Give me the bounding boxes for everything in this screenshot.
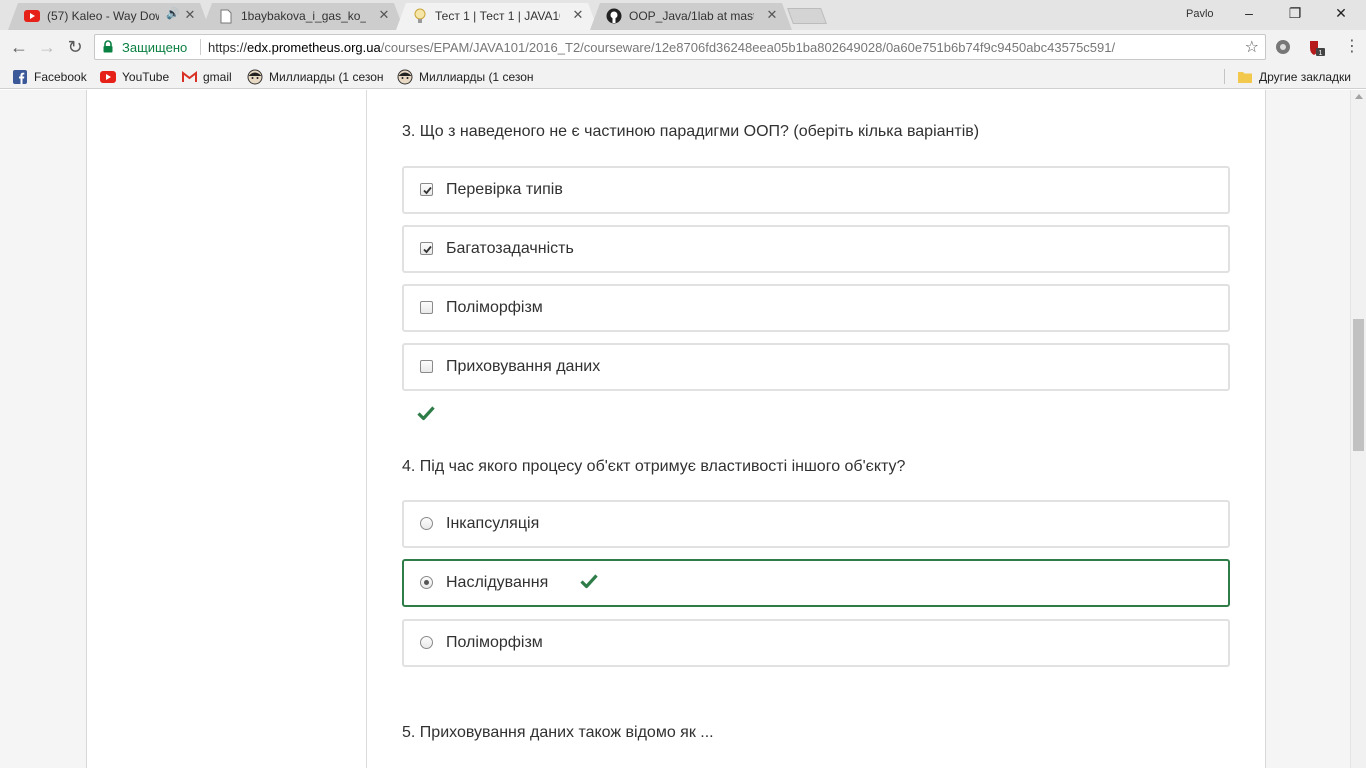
tab-title: (57) Kaleo - Way Dow [47, 9, 159, 23]
gmail-icon [181, 69, 197, 85]
new-tab-button[interactable] [787, 8, 827, 24]
scroll-up-arrow-icon[interactable] [1355, 94, 1363, 99]
option-label: Поліморфізм [446, 634, 543, 651]
close-tab-icon[interactable]: ✕ [182, 7, 198, 23]
url-path: /courses/EPAM/JAVA101/2016_T2/courseware… [380, 40, 1116, 55]
checkbox-checked[interactable] [420, 183, 433, 196]
extension-shield-icon[interactable]: 1 [1308, 39, 1325, 57]
bookmark-youtube[interactable]: YouTube [100, 68, 169, 85]
radio-unselected[interactable] [420, 517, 433, 530]
q3-option-multitasking[interactable]: Багатозадачність [402, 225, 1230, 273]
bookmark-gmail[interactable]: gmail [181, 68, 232, 85]
bookmark-label: Миллиарды (1 сезон [419, 69, 533, 84]
tab-github[interactable]: OOP_Java/1lab at maste ✕ [590, 3, 792, 30]
bookmark-label: Другие закладки [1259, 69, 1351, 84]
bookmarks-bar: Facebook YouTube gmail Миллиарды (1 сезо… [0, 64, 1366, 89]
folder-icon [1237, 69, 1253, 85]
question-3-text: 3. Що з наведеного не є частиною парадиг… [402, 123, 980, 140]
svg-text:1: 1 [1319, 50, 1323, 57]
bookmark-other[interactable]: Другие закладки [1237, 68, 1351, 85]
page-viewport: 3. Що з наведеного не є частиною парадиг… [0, 90, 1350, 768]
close-tab-icon[interactable]: ✕ [376, 7, 392, 23]
forward-icon[interactable]: → [35, 36, 59, 58]
q4-option-polymorphism[interactable]: Поліморфізм [402, 619, 1230, 667]
url-text[interactable]: https://edx.prometheus.org.ua/courses/EP… [208, 40, 1115, 55]
scrollbar-thumb[interactable] [1353, 319, 1364, 451]
reload-icon[interactable]: ↻ [63, 36, 87, 58]
right-margin [1265, 90, 1350, 768]
audio-icon[interactable]: 🔊 [166, 7, 180, 20]
option-label: Інкапсуляція [446, 515, 540, 532]
document-icon [218, 8, 234, 24]
back-icon[interactable]: ← [7, 36, 31, 58]
q3-option-data-hiding[interactable]: Приховування даних [402, 343, 1230, 391]
tab-youtube[interactable]: (57) Kaleo - Way Dow 🔊 ✕ [8, 3, 210, 30]
bookmark-label: gmail [203, 69, 232, 84]
avatar-icon [397, 69, 413, 85]
bookmark-billions-2[interactable]: Миллиарды (1 сезон [397, 68, 533, 85]
facebook-icon [12, 69, 28, 85]
question-5-text: 5. Приховування даних також відомо як ..… [402, 724, 714, 741]
url-scheme: https:// [208, 40, 248, 55]
bookmark-billions-1[interactable]: Миллиарды (1 сезон [247, 68, 383, 85]
correct-check-icon [580, 573, 598, 594]
close-tab-icon[interactable]: ✕ [764, 7, 780, 23]
tab-document[interactable]: 1baybakova_i_gas_ko_o_ ✕ [202, 3, 404, 30]
option-label: Приховування даних [446, 358, 601, 375]
checkbox-unchecked[interactable] [420, 301, 433, 314]
radio-dot [424, 580, 429, 585]
tab-title: OOP_Java/1lab at maste [629, 9, 754, 23]
url-host: edx.prometheus.org.ua [247, 40, 381, 55]
q3-option-polymorphism[interactable]: Поліморфізм [402, 284, 1230, 332]
browser-toolbar: ← → ↻ Защищено https://edx.prometheus.or… [0, 30, 1366, 64]
close-tab-icon[interactable]: ✕ [570, 7, 586, 23]
tab-quiz[interactable]: Тест 1 | Тест 1 | JAVA101 ✕ [396, 3, 598, 30]
option-label: Перевірка типів [446, 181, 563, 198]
q4-option-encapsulation[interactable]: Інкапсуляція [402, 500, 1230, 548]
q3-option-type-checking[interactable]: Перевірка типів [402, 166, 1230, 214]
course-navigation-panel [88, 90, 367, 768]
profile-name[interactable]: Pavlo [1186, 8, 1214, 20]
lock-icon [103, 40, 113, 53]
close-window-icon[interactable]: ✕ [1326, 5, 1356, 22]
checkbox-unchecked[interactable] [420, 360, 433, 373]
divider [1224, 69, 1225, 84]
bookmark-facebook[interactable]: Facebook [12, 68, 87, 85]
youtube-icon [24, 8, 40, 24]
bookmark-label: YouTube [122, 69, 170, 84]
github-icon [606, 8, 622, 24]
restore-icon[interactable]: ❐ [1280, 5, 1310, 22]
extension-globe-icon[interactable] [1275, 39, 1291, 55]
menu-icon[interactable]: ⋮ [1340, 36, 1364, 58]
tab-title: 1baybakova_i_gas_ko_o_ [241, 9, 366, 23]
security-label: Защищено [122, 40, 188, 55]
tab-title: Тест 1 | Тест 1 | JAVA101 [435, 9, 560, 23]
youtube-icon [100, 69, 116, 85]
bookmark-label: Миллиарды (1 сезон [269, 69, 383, 84]
radio-unselected[interactable] [420, 636, 433, 649]
correct-check-icon [417, 405, 435, 426]
option-label: Поліморфізм [446, 299, 543, 316]
page-scrollbar[interactable] [1350, 90, 1366, 768]
lightbulb-icon [412, 8, 428, 24]
divider [200, 39, 201, 55]
question-4-text: 4. Під час якого процесу об'єкт отримує … [402, 458, 906, 475]
bookmark-star-icon[interactable]: ☆ [1245, 37, 1259, 57]
bookmark-label: Facebook [34, 69, 87, 84]
avatar-icon [247, 69, 263, 85]
radio-selected[interactable] [420, 576, 433, 589]
option-label: Наслідування [446, 574, 549, 591]
tab-strip: (57) Kaleo - Way Dow 🔊 ✕ 1baybakova_i_ga… [0, 0, 1366, 30]
option-label: Багатозадачність [446, 240, 574, 257]
left-margin [0, 90, 87, 768]
q4-option-inheritance[interactable]: Наслідування [402, 559, 1230, 607]
address-bar[interactable]: Защищено https://edx.prometheus.org.ua/c… [94, 34, 1266, 60]
checkbox-checked[interactable] [420, 242, 433, 255]
minimize-icon[interactable]: – [1234, 5, 1264, 21]
